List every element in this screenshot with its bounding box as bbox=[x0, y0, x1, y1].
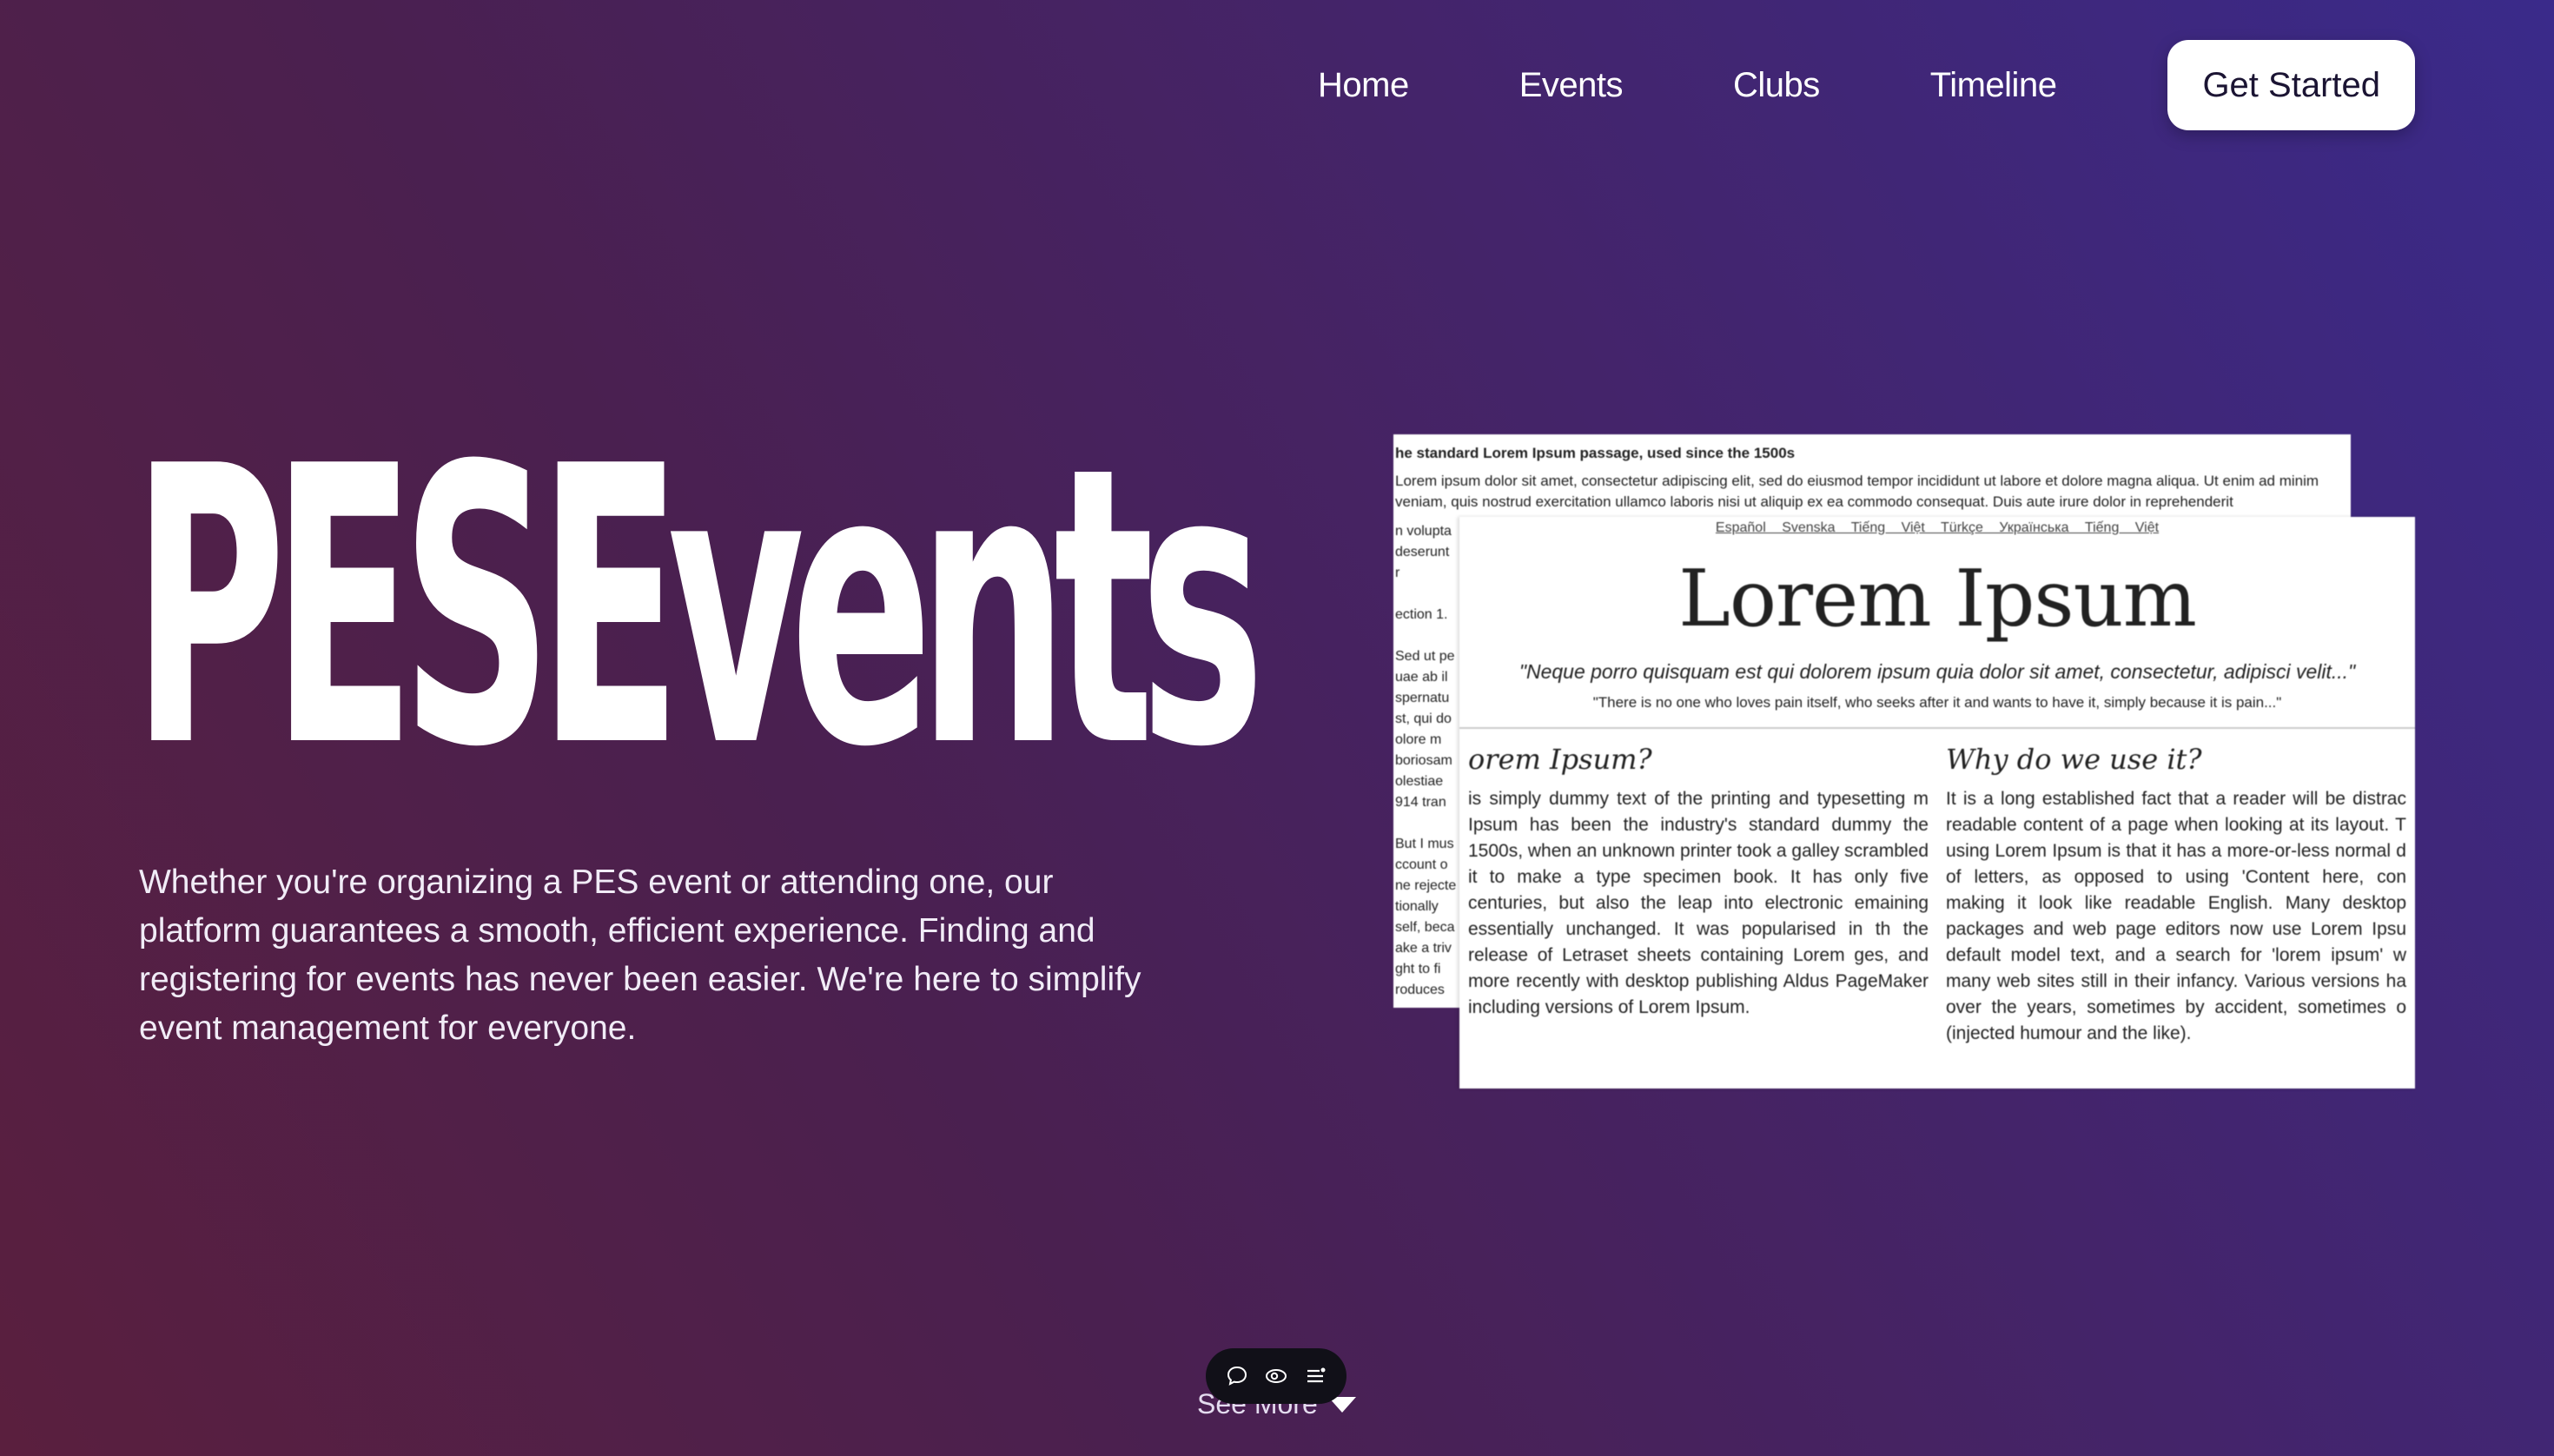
nav-clubs-link[interactable]: Clubs bbox=[1733, 66, 1820, 105]
floating-toolbar bbox=[1206, 1348, 1346, 1404]
preview-col2-text: It is a long established fact that a rea… bbox=[1946, 789, 2406, 1043]
preview-back-side-text: n volupta deserunt r ection 1. Sed ut pe… bbox=[1395, 524, 1457, 997]
comment-icon[interactable] bbox=[1224, 1363, 1250, 1389]
hero-title: PESEvents bbox=[132, 386, 1265, 831]
nav-home-link[interactable]: Home bbox=[1318, 66, 1409, 105]
preview-back-heading: he standard Lorem Ipsum passage, used si… bbox=[1395, 445, 1796, 461]
preview-column-right: Why do we use it? It is a long establish… bbox=[1937, 738, 2415, 1047]
preview-quote: "Neque porro quisquam est qui dolorem ip… bbox=[1519, 660, 2356, 683]
preview-title: Lorem Ipsum bbox=[1678, 553, 2197, 645]
list-icon[interactable] bbox=[1302, 1363, 1328, 1389]
preview-col2-heading: Why do we use it? bbox=[1946, 743, 2202, 776]
preview-languages: Español Svenska Tiếng Việt Türkçe Україн… bbox=[1715, 520, 2160, 535]
eye-icon[interactable] bbox=[1263, 1363, 1289, 1389]
nav-timeline-link[interactable]: Timeline bbox=[1930, 66, 2057, 105]
main-nav: Home Events Clubs Timeline Get Started bbox=[1318, 40, 2415, 130]
preview-column-left: orem Ipsum? is simply dummy text of the … bbox=[1459, 738, 1937, 1047]
nav-events-link[interactable]: Events bbox=[1519, 66, 1624, 105]
preview-quote-translation: "There is no one who loves pain itself, … bbox=[1592, 694, 2282, 711]
preview-columns: orem Ipsum? is simply dummy text of the … bbox=[1459, 729, 2415, 1047]
get-started-button[interactable]: Get Started bbox=[2167, 40, 2415, 130]
preview-col1-heading: orem Ipsum? bbox=[1468, 743, 1652, 776]
preview-col1-text: is simply dummy text of the printing and… bbox=[1468, 789, 1929, 1017]
preview-image-front: Español Svenska Tiếng Việt Türkçe Україн… bbox=[1459, 517, 2415, 1089]
hero-description: Whether you're organizing a PES event or… bbox=[139, 864, 1141, 1047]
preview-back-paragraph: Lorem ipsum dolor sit amet, consectetur … bbox=[1395, 473, 2319, 510]
